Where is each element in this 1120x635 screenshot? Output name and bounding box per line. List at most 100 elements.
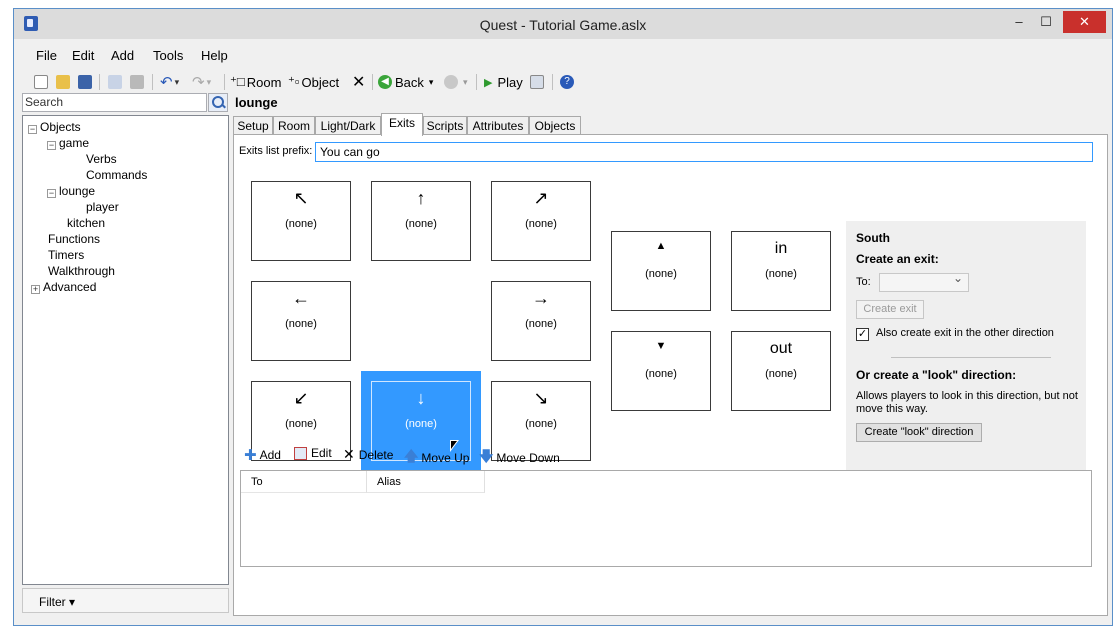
tree-item-lounge[interactable]: − lounge [47,183,95,199]
tab-light-dark[interactable]: Light/Dark [315,116,381,135]
play-button[interactable]: ▶ Play [484,73,523,91]
main-toolbar: ↶ ▾ ↷ ▾ ⁺□ Room ⁺▫ Object ✕ ◀ Back ▾ ▾ ▶ Play… [14,69,1112,95]
exit-northeast[interactable]: ↗ (none) [491,181,591,261]
filter-dropdown[interactable]: Filter ▾ [22,588,229,613]
tree-item-game[interactable]: − game [47,135,89,151]
search-icon[interactable] [208,93,228,112]
collapse-icon[interactable]: − [47,141,56,150]
tree-item-player[interactable]: player [86,199,119,215]
exit-down[interactable]: ▼ (none) [611,331,711,411]
object-tree: − Objects − game Verbs Commands − lounge pl… [22,115,229,585]
tab-exits[interactable]: Exits [381,113,423,136]
arrow-north-icon: ↑ [416,188,426,208]
search-input[interactable]: Search [22,93,207,112]
copy-icon[interactable] [108,73,122,91]
menu-help[interactable]: Help [201,48,228,63]
menu-tools[interactable]: Tools [153,48,183,63]
edit-exit-button[interactable]: Edit [294,446,332,460]
add-object-button[interactable]: ⁺▫ Object [288,73,339,91]
arrow-southwest-icon: ↙ [293,388,309,408]
also-create-label: Also create exit in the other direction [876,327,1054,339]
tab-attributes[interactable]: Attributes [467,116,529,135]
divider [891,357,1051,358]
tree-item-timers[interactable]: Timers [48,247,84,263]
column-header-alias[interactable]: Alias [367,471,485,493]
look-description-line1: Allows players to look in this direction… [856,390,1078,402]
add-exit-button[interactable]: ✚ Add [244,446,281,464]
to-label: To: [856,276,871,288]
exits-prefix-input[interactable]: You can go [315,142,1093,162]
create-look-direction-button[interactable]: Create "look" direction [856,423,982,442]
left-panel: Search − Objects − game Verbs Commands − lo… [22,93,229,613]
tree-item-kitchen[interactable]: kitchen [67,215,105,231]
add-room-icon: ⁺□ [230,74,245,89]
exit-up[interactable]: ▲ (none) [611,231,711,311]
window-title: Quest - Tutorial Game.aslx [479,17,647,33]
close-button[interactable]: ✕ [1063,11,1106,33]
page-title: lounge [235,95,278,110]
menu-add[interactable]: Add [111,48,134,63]
tree-item-verbs[interactable]: Verbs [86,151,117,167]
paste-icon[interactable] [130,73,144,91]
expand-icon[interactable]: + [31,285,40,294]
redo-icon[interactable]: ↷ ▾ [192,73,211,91]
tree-item-commands[interactable]: Commands [86,167,147,183]
undo-icon[interactable]: ↶ ▾ [160,73,179,91]
add-object-icon: ⁺▫ [288,74,300,89]
back-button[interactable]: ◀ Back ▾ [378,73,433,91]
tree-item-advanced[interactable]: + Advanced [31,279,96,295]
exit-northwest[interactable]: ↖ (none) [251,181,351,261]
exit-in[interactable]: in (none) [731,231,831,311]
open-folder-icon[interactable] [56,73,70,91]
create-exit-button[interactable]: Create exit [856,300,924,319]
arrow-northeast-icon: ↗ [533,188,549,208]
exit-east[interactable]: → (none) [491,281,591,361]
selected-direction-heading: South [856,231,890,245]
back-icon: ◀ [378,75,392,89]
arrow-southeast-icon: ↘ [533,388,549,408]
arrow-south-icon: ↓ [416,388,426,408]
exit-west[interactable]: ← (none) [251,281,351,361]
move-down-button[interactable]: 🡇 Move Down [479,446,560,470]
collapse-icon[interactable]: − [28,125,37,134]
tab-scripts[interactable]: Scripts [423,116,467,135]
create-exit-heading: Create an exit: [856,252,939,266]
delete-exit-button[interactable]: ✕ Delete [343,446,393,463]
forward-icon[interactable]: ▾ [444,73,468,91]
also-create-checkbox[interactable]: ✓ [856,328,869,341]
collapse-icon[interactable]: − [47,189,56,198]
add-room-button[interactable]: ⁺□ Room [230,73,281,91]
help-icon[interactable]: ? [560,73,574,91]
menu-file[interactable]: File [36,48,57,63]
tree-item-functions[interactable]: Functions [48,231,100,247]
move-up-button[interactable]: 🡅 Move Up [404,446,469,470]
minimize-button[interactable]: – [1009,13,1029,33]
code-view-icon[interactable] [530,73,544,91]
look-description-line2: move this way. [856,403,928,415]
menu-bar: File Edit Add Tools Help [14,45,1112,67]
tab-room[interactable]: Room [273,116,315,135]
menu-edit[interactable]: Edit [72,48,94,63]
delete-icon[interactable]: ✕ [352,73,365,91]
exit-out[interactable]: out (none) [731,331,831,411]
exit-north[interactable]: ↑ (none) [371,181,471,261]
editor-panel: lounge Setup Room Light/Dark Exits Scrip… [230,93,1110,621]
tab-objects[interactable]: Objects [529,116,581,135]
title-bar: Quest - Tutorial Game.aslx – ☐ ✕ [14,9,1112,39]
arrow-up-icon: ▲ [655,240,667,252]
maximize-button[interactable]: ☐ [1036,13,1056,33]
to-select[interactable] [879,271,969,292]
tree-item-objects[interactable]: − Objects [28,119,81,135]
save-icon[interactable] [78,73,92,91]
delete-icon: ✕ [343,446,355,462]
arrow-down-icon: ▼ [655,340,667,352]
arrow-northwest-icon: ↖ [293,188,309,208]
exits-prefix-label: Exits list prefix: [239,145,313,157]
arrow-east-icon: → [532,288,550,308]
tree-item-walkthrough[interactable]: Walkthrough [48,263,115,279]
column-header-to[interactable]: To [241,471,367,493]
new-file-icon[interactable] [34,73,48,91]
tab-setup[interactable]: Setup [233,116,273,135]
exits-table[interactable]: To Alias [240,470,1092,567]
exits-tab-content: Exits list prefix: You can go ↖ (none) ↑… [233,134,1108,616]
